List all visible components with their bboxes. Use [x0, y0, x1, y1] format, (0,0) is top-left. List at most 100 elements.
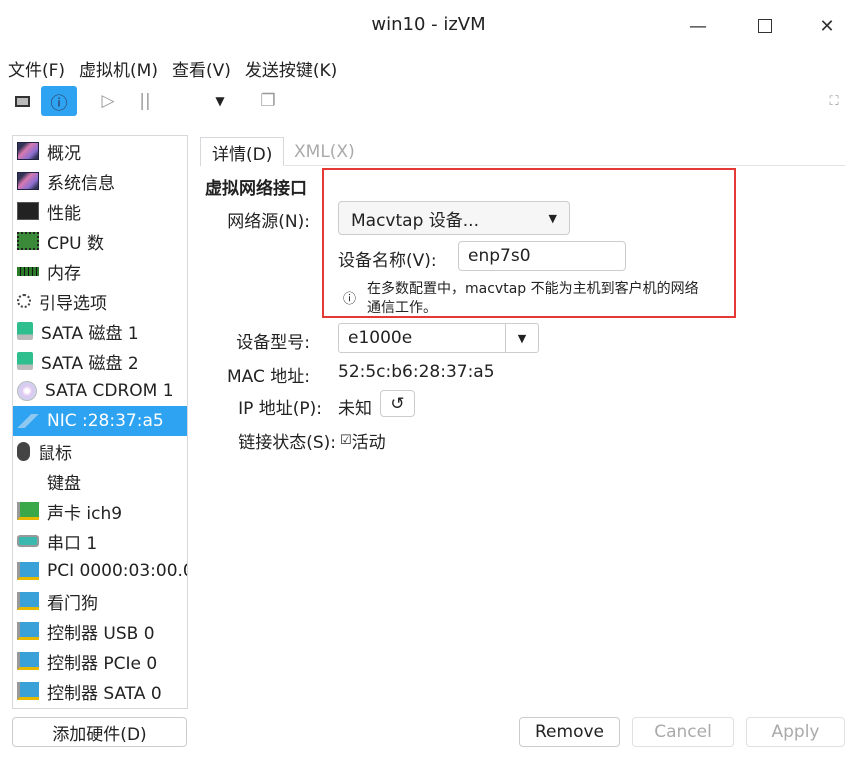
- sidebar-item[interactable]: 系统信息: [13, 166, 187, 196]
- sidebar-item[interactable]: 控制器 PCIe 0: [13, 646, 187, 676]
- sidebar-item-label: SATA 磁盘 1: [41, 323, 139, 344]
- mouse-icon: [17, 441, 30, 461]
- sidebar-item-label: 内存: [47, 263, 81, 284]
- sidebar-item-label: 控制器 PCIe 0: [47, 653, 158, 674]
- sidebar-item[interactable]: 内存: [13, 256, 187, 286]
- menu-view[interactable]: 查看(V): [172, 56, 231, 81]
- monitor-icon: [17, 142, 39, 160]
- sidebar-item-label: 鼠标: [38, 443, 72, 464]
- menu-bar: 文件(F) 虚拟机(M) 查看(V) 发送按键(K): [8, 56, 337, 81]
- menu-vm[interactable]: 虚拟机(M): [79, 56, 158, 81]
- sidebar-item[interactable]: SATA CDROM 1: [13, 376, 187, 406]
- device-name-input[interactable]: enp7s0: [458, 241, 626, 271]
- section-title: 虚拟网络接口: [205, 179, 307, 199]
- network-source-label: 网络源(N):: [227, 212, 310, 232]
- fullscreen-icon: ⛶: [829, 93, 839, 109]
- link-state-checkbox[interactable]: ☑ 活动: [340, 428, 386, 453]
- apply-button[interactable]: Apply: [746, 717, 845, 747]
- chevron-down-icon: ▼: [215, 94, 225, 108]
- network-source-value: Macvtap 设备...: [351, 210, 479, 231]
- chevron-down-icon: ▼: [548, 211, 557, 225]
- remove-button[interactable]: Remove: [519, 717, 620, 747]
- sidebar-item[interactable]: 引导选项: [13, 286, 187, 316]
- device-model-value: e1000e: [348, 328, 413, 348]
- sidebar-item-label: 串口 1: [47, 533, 98, 554]
- title-bar: win10 - izVM — ✕: [0, 0, 857, 52]
- console-button[interactable]: [10, 86, 34, 116]
- warning-line-2: 通信工作。: [367, 300, 437, 316]
- sidebar-item-label: PCI 0000:03:00.0: [47, 561, 188, 581]
- link-state-label: 链接状态(S):: [238, 433, 336, 453]
- sidebar-item-label: 引导选项: [39, 293, 107, 314]
- snapshot-icon: ❐: [260, 91, 276, 111]
- chevron-down-icon[interactable]: ▼: [505, 324, 538, 352]
- close-button[interactable]: ✕: [807, 10, 847, 42]
- ip-label: IP 地址(P):: [238, 399, 322, 419]
- details-button[interactable]: ⓘ: [41, 86, 77, 116]
- sidebar-item[interactable]: 鼠标: [13, 436, 187, 466]
- sidebar-item[interactable]: PCI 0000:03:00.0: [13, 556, 187, 586]
- add-hardware-button[interactable]: 添加硬件(D): [12, 717, 187, 747]
- disk-icon: [17, 352, 33, 370]
- ip-value: 未知: [338, 399, 372, 419]
- refresh-icon: ↺: [390, 393, 405, 414]
- minimize-button[interactable]: —: [678, 10, 718, 42]
- network-icon: [17, 414, 39, 428]
- window-title: win10 - izVM: [371, 14, 486, 35]
- menu-file[interactable]: 文件(F): [8, 56, 65, 81]
- cpu-icon: [17, 232, 39, 250]
- maximize-button[interactable]: [745, 10, 785, 42]
- tab-details[interactable]: 详情(D): [200, 137, 285, 166]
- sidebar-item-label: 性能: [47, 203, 81, 224]
- disk-icon: [17, 322, 33, 340]
- tab-xml[interactable]: XML(X): [283, 137, 366, 166]
- pci-card-icon: [17, 592, 39, 610]
- sidebar-item[interactable]: SATA 磁盘 1: [13, 316, 187, 346]
- checkbox-checked-icon: ☑: [340, 433, 352, 448]
- pause-icon: ||: [139, 91, 151, 111]
- sidebar-item-label: 键盘: [47, 473, 81, 494]
- network-source-select[interactable]: Macvtap 设备... ▼: [338, 201, 570, 235]
- play-icon: ▷: [101, 91, 115, 111]
- sidebar-item[interactable]: 声卡 ich9: [13, 496, 187, 526]
- pause-button[interactable]: ||: [133, 86, 157, 116]
- mac-label: MAC 地址:: [227, 367, 310, 387]
- sidebar-item[interactable]: 概况: [13, 136, 187, 166]
- device-model-label: 设备型号:: [236, 333, 310, 353]
- sidebar-item-label: NIC :28:37:a5: [47, 411, 164, 431]
- sidebar-item-label: 系统信息: [47, 173, 115, 194]
- sidebar-item-label: 看门狗: [47, 593, 98, 614]
- sidebar-item[interactable]: 看门狗: [13, 586, 187, 616]
- sidebar-item[interactable]: CPU 数: [13, 226, 187, 256]
- sidebar-item-label: SATA CDROM 1: [45, 381, 174, 401]
- sidebar-item[interactable]: 性能: [13, 196, 187, 226]
- sidebar-item[interactable]: 控制器 SATA 0: [13, 676, 187, 706]
- run-button[interactable]: ▷: [96, 86, 120, 116]
- pci-card-green-icon: [17, 502, 39, 520]
- link-state-value: 活动: [351, 433, 386, 453]
- menu-send-key[interactable]: 发送按键(K): [245, 56, 337, 81]
- refresh-ip-button[interactable]: ↺: [380, 390, 415, 417]
- pci-card-icon: [17, 652, 39, 670]
- cancel-button[interactable]: Cancel: [632, 717, 734, 747]
- sidebar-item[interactable]: SATA 磁盘 2: [13, 346, 187, 376]
- tab-divider: [285, 165, 845, 166]
- sidebar-item[interactable]: 串口 1: [13, 526, 187, 556]
- snapshots-button[interactable]: ❐: [256, 86, 280, 116]
- sidebar-item[interactable]: NIC :28:37:a5: [13, 406, 187, 436]
- fullscreen-button[interactable]: ⛶: [822, 86, 846, 116]
- pci-card-icon: [17, 562, 39, 580]
- sidebar-item-label: 声卡 ich9: [47, 503, 123, 524]
- shutdown-dropdown[interactable]: ▼: [208, 86, 232, 116]
- chart-icon: [17, 202, 39, 220]
- blank-icon: [17, 472, 39, 490]
- mac-value: 52:5c:b6:28:37:a5: [338, 362, 495, 382]
- sidebar-item-label: 控制器 SATA 0: [47, 683, 162, 704]
- monitor-icon: [17, 172, 39, 190]
- sidebar-item[interactable]: 控制器 USB 0: [13, 616, 187, 646]
- sidebar-item-label: SATA 磁盘 2: [41, 353, 139, 374]
- warning-line-1: 在多数配置中，macvtap 不能为主机到客户机的网络: [367, 281, 699, 297]
- device-name-label: 设备名称(V):: [338, 251, 437, 271]
- sidebar-item[interactable]: 键盘: [13, 466, 187, 496]
- device-model-combo[interactable]: e1000e ▼: [338, 323, 539, 353]
